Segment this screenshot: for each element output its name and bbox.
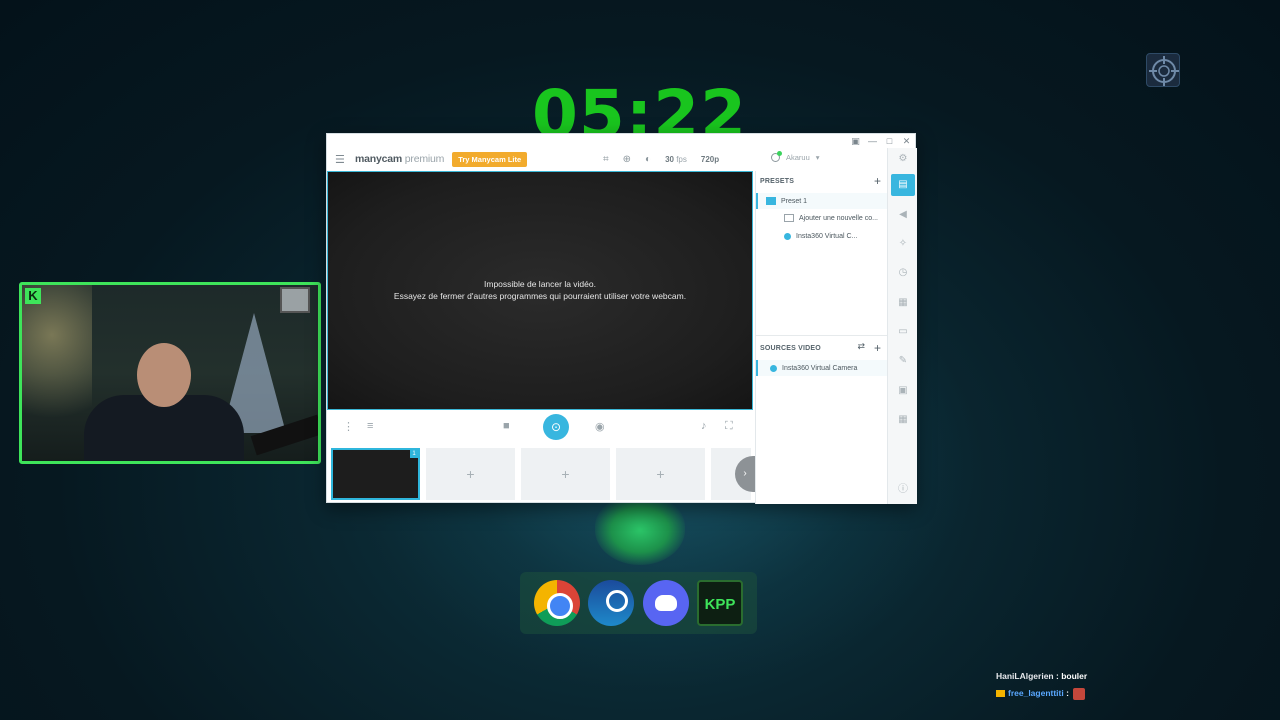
effects-icon[interactable]: ✧: [895, 237, 911, 251]
manycam-logo: manycam premium: [355, 153, 445, 165]
layer-badge: 1: [410, 450, 418, 458]
try-lite-button[interactable]: Try Manycam Lite: [452, 151, 528, 167]
window-controls: ▣ — □ ✕: [851, 135, 911, 147]
gallery-icon[interactable]: ▣: [895, 384, 911, 398]
screen-icon[interactable]: ▭: [895, 325, 911, 339]
more-options-icon[interactable]: ⋮: [343, 420, 354, 433]
layer-thumb-add[interactable]: +: [616, 448, 705, 500]
minimize-icon[interactable]: —: [868, 135, 877, 147]
sources-header: SOURCES VIDEO: [760, 345, 821, 352]
steam-icon[interactable]: [588, 580, 634, 626]
add-source-item[interactable]: Ajouter une nouvelle co...: [756, 210, 888, 226]
record-video-icon[interactable]: ■: [503, 420, 510, 432]
pin-icon[interactable]: ▣: [851, 135, 860, 147]
error-line-2: Essayez de fermer d'autres programmes qu…: [393, 290, 687, 301]
add-preset-icon[interactable]: +: [874, 174, 881, 188]
zoom-icon[interactable]: ⊕: [623, 154, 631, 165]
app-dock: KPP: [520, 572, 757, 634]
sources-settings-icon[interactable]: ⇄: [857, 341, 865, 352]
audio-icon[interactable]: ◀: [895, 208, 911, 222]
crop-icon[interactable]: ⌗: [603, 154, 609, 165]
chat-username: HaniLAlgerien: [996, 671, 1054, 681]
microphone-icon[interactable]: ♪: [701, 420, 707, 432]
right-panel: PRESETS + Preset 1 Ajouter une nouvelle …: [755, 171, 888, 504]
video-preview: Impossible de lancer la vidéo. Essayez d…: [327, 171, 753, 410]
error-line-1: Impossible de lancer la vidéo.: [484, 279, 596, 289]
presets-rail-icon[interactable]: ▤: [891, 174, 915, 196]
chat-username: free_lagenttiti: [1008, 688, 1064, 698]
snapshot-icon[interactable]: ◉: [595, 420, 605, 433]
add-source-icon[interactable]: +: [874, 341, 881, 355]
menu-icon[interactable]: ☰: [335, 153, 345, 166]
webcam-person-head: [137, 343, 191, 407]
kpp-icon[interactable]: KPP: [697, 580, 743, 626]
fps-selector[interactable]: 30 fps: [665, 155, 687, 164]
layer-thumb-add[interactable]: +: [521, 448, 610, 500]
location-icon: [770, 364, 777, 372]
grid-icon[interactable]: ▦: [895, 413, 911, 427]
clock-icon[interactable]: ◷: [895, 266, 911, 280]
account-name: Akaruu: [786, 153, 810, 162]
kick-logo-icon: K: [25, 288, 41, 304]
layer-thumb-add[interactable]: +: [426, 448, 515, 500]
resolution-selector[interactable]: 720p: [701, 155, 719, 164]
source-item[interactable]: Insta360 Virtual Camera: [756, 360, 888, 376]
fullscreen-icon[interactable]: ⛶: [725, 420, 733, 433]
chat-overlay: HaniLAlgerien : bouler free_lagenttiti :: [996, 668, 1176, 702]
keyboard-icon[interactable]: ▦: [895, 296, 911, 310]
preset-source-item[interactable]: Insta360 Virtual C...: [756, 228, 888, 244]
chat-message: free_lagenttiti :: [996, 685, 1176, 702]
playlist-icon[interactable]: ≡: [367, 420, 373, 432]
layer-thumb-1[interactable]: 1: [331, 448, 420, 500]
account-menu[interactable]: Akaruu ▾: [771, 151, 820, 162]
webcam-wall-picture: [280, 287, 310, 313]
info-icon[interactable]: ⓘ: [895, 483, 911, 497]
broadcast-button[interactable]: ⊙: [543, 414, 569, 440]
top-toolbar: ☰ manycam premium Try Manycam Lite ⌗ ⊕ ◐…: [327, 148, 887, 170]
toolbar-icons: ⌗ ⊕ ◐ 30 fps 720p: [603, 148, 719, 170]
close-icon[interactable]: ✕: [902, 135, 911, 147]
layers-strip: 1 + + +: [331, 448, 753, 500]
preset-icon: [766, 197, 776, 205]
presets-header: PRESETS: [760, 178, 795, 185]
chevron-down-icon: ▾: [815, 153, 820, 162]
crown-badge-icon: [996, 690, 1005, 698]
location-icon: [784, 232, 791, 240]
chat-message: HaniLAlgerien : bouler: [996, 671, 1088, 681]
settings-gear-icon[interactable]: ⚙: [895, 152, 911, 166]
chrome-icon[interactable]: [534, 580, 580, 626]
preset-item[interactable]: Preset 1: [756, 193, 888, 209]
emote-icon: [1072, 687, 1085, 700]
webcam-overlay: K: [19, 282, 321, 464]
add-icon: [784, 214, 794, 222]
maximize-icon[interactable]: □: [885, 135, 894, 147]
right-rail: ⚙ ▤ ◀ ✧ ◷ ▦ ▭ ✎ ▣ ▦ ⓘ: [887, 148, 917, 504]
background-logo: [595, 495, 685, 565]
account-globe-icon: [771, 151, 782, 162]
webcam-lights: [22, 285, 92, 461]
magic-wand-icon[interactable]: ✎: [895, 354, 911, 368]
video-controls: ⋮ ≡ ■ ⊙ ◉ ♪ ⛶: [327, 410, 753, 444]
adjust-icon[interactable]: ◐: [645, 154, 651, 165]
discord-icon[interactable]: [643, 580, 689, 626]
crosshair-icon[interactable]: [1146, 53, 1180, 87]
panel-divider: [756, 335, 888, 336]
manycam-window: ▣ — □ ✕ ☰ manycam premium Try Manycam Li…: [326, 133, 917, 504]
chat-text: bouler: [1061, 671, 1088, 681]
